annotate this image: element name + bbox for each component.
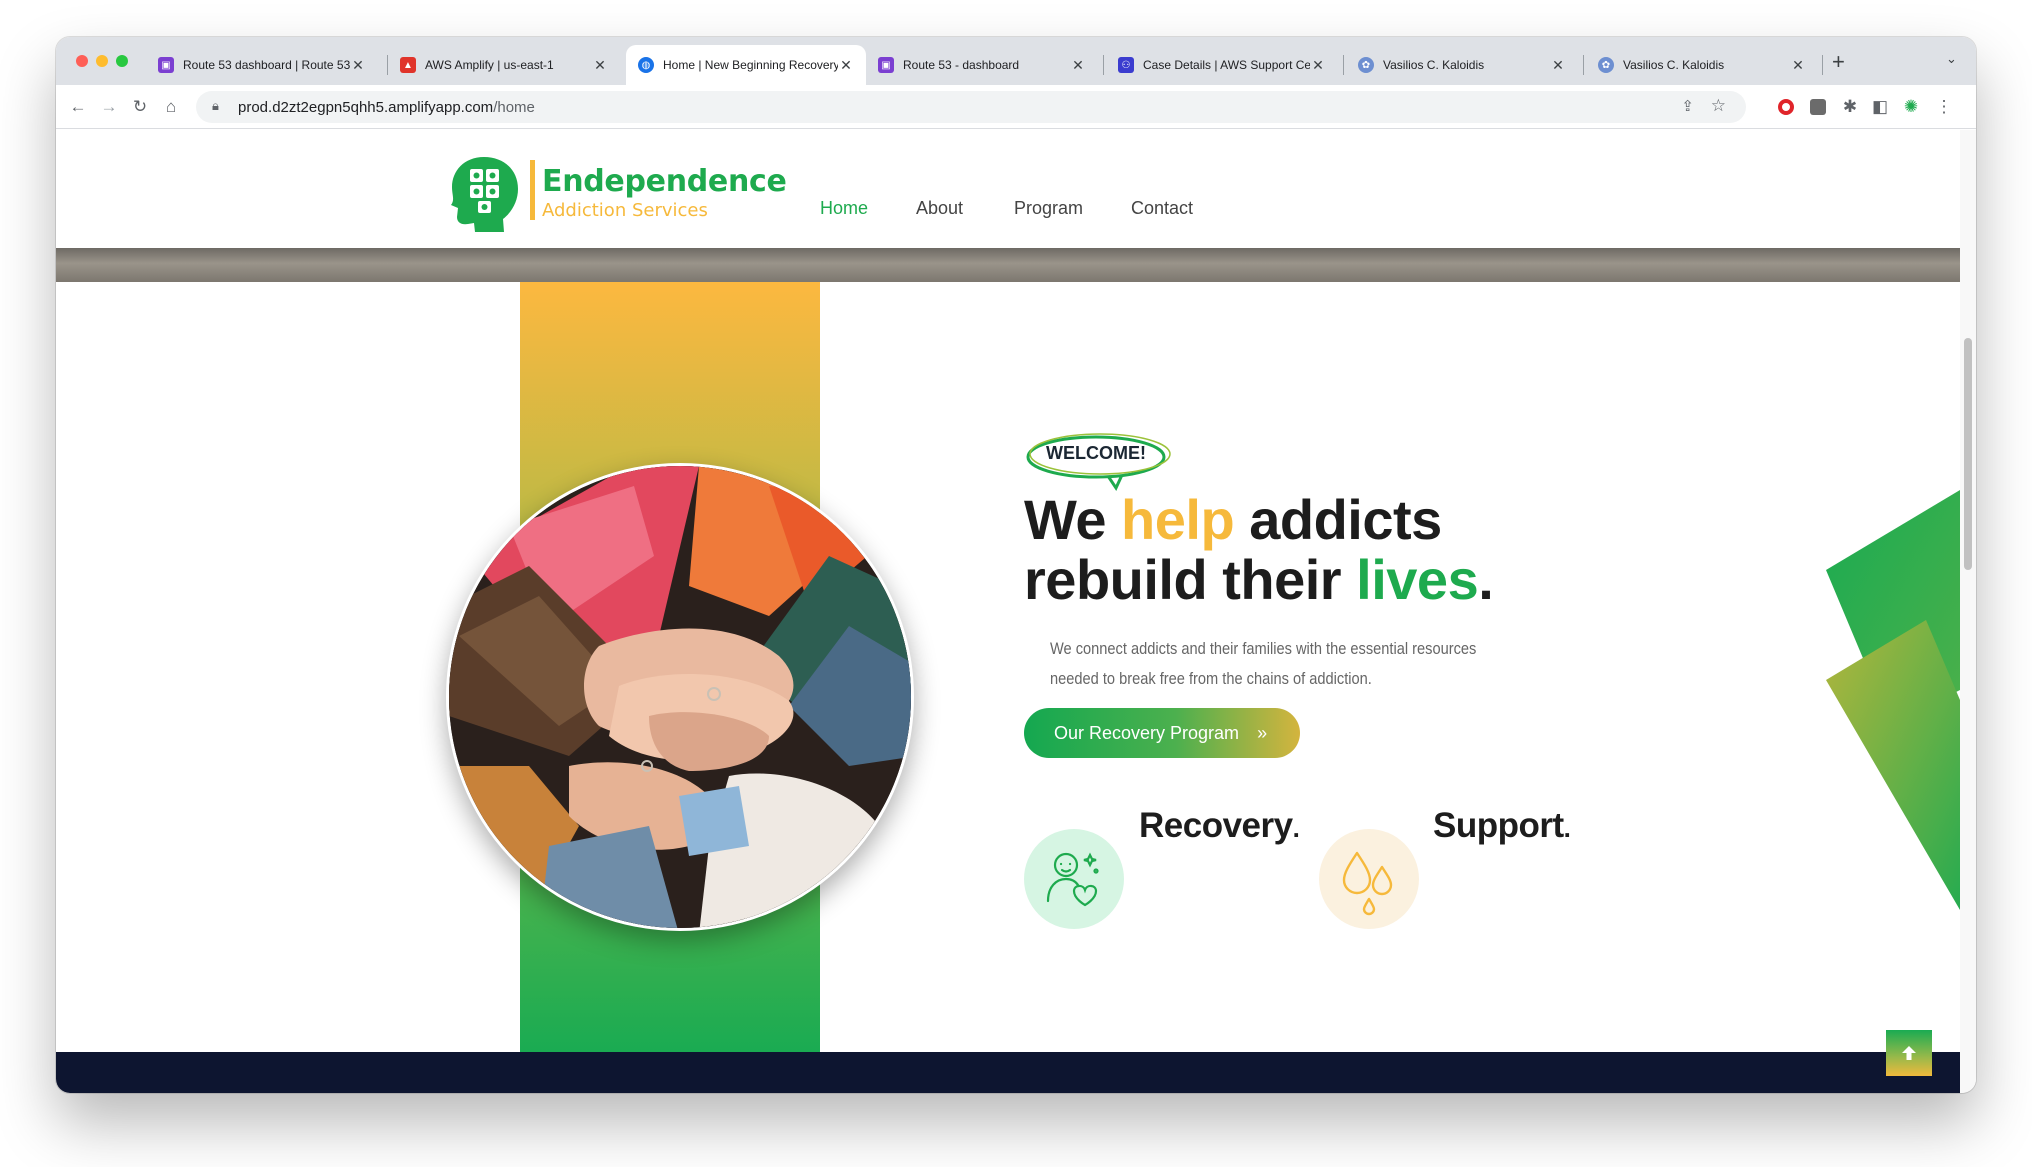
scroll-to-top-button[interactable] [1886, 1030, 1932, 1076]
menu-dots-icon[interactable]: ⋮ [1932, 95, 1956, 119]
opera-extension-icon[interactable] [1774, 95, 1798, 119]
brain-puzzle-logo-icon[interactable] [448, 155, 520, 233]
browser-tab[interactable]: ▣ Route 53 dashboard | Route 53 ✕ [146, 45, 378, 85]
profile-icon: ✿ [1358, 57, 1374, 73]
title-highlight-lives: lives [1356, 548, 1479, 611]
hero-title: We help addicts rebuild their lives. [1024, 488, 1494, 611]
browser-window: ▣ Route 53 dashboard | Route 53 ✕ ▲ AWS … [56, 37, 1976, 1093]
close-tab-icon[interactable]: ✕ [1070, 57, 1086, 74]
support-feature-badge [1319, 829, 1419, 929]
support-icon: ⚇ [1118, 57, 1134, 73]
new-tab-icon[interactable]: + [1832, 49, 1845, 75]
tab-bar: ▣ Route 53 dashboard | Route 53 ✕ ▲ AWS … [56, 37, 1976, 85]
tab-title: Case Details | AWS Support Center [1143, 58, 1310, 72]
minimize-window-button[interactable] [96, 55, 108, 67]
amplify-icon: ▲ [400, 57, 416, 73]
side-panel-icon[interactable]: ◧ [1868, 95, 1892, 119]
water-drops-icon [1342, 851, 1393, 916]
browser-tab[interactable]: ✿ Vasilios C. Kaloidis ✕ [1586, 45, 1818, 85]
url-host: prod.d2zt2egpn5qhh5.amplifyapp.com [238, 98, 494, 116]
tab-title: Route 53 - dashboard [903, 58, 1020, 72]
hero-photo-hands [446, 463, 914, 931]
close-tab-icon[interactable]: ✕ [1310, 57, 1326, 74]
scrollbar-thumb[interactable] [1964, 338, 1972, 570]
tab-search-chevron-icon[interactable]: ⌄ [1946, 51, 1957, 67]
close-window-button[interactable] [76, 55, 88, 67]
tab-title: AWS Amplify | us-east-1 [425, 58, 554, 72]
extension-badge-icon[interactable] [1806, 95, 1830, 119]
nav-contact[interactable]: Contact [1131, 198, 1193, 219]
back-arrow-icon[interactable]: ← [66, 95, 90, 119]
frog-extension-icon[interactable]: ✺ [1899, 95, 1923, 119]
tab-title: Vasilios C. Kaloidis [1623, 58, 1725, 72]
browser-tab[interactable]: ⚇ Case Details | AWS Support Center ✕ [1106, 45, 1338, 85]
hero-description: We connect addicts and their families wi… [1050, 639, 1477, 688]
forward-arrow-icon[interactable]: → [97, 95, 121, 119]
browser-tab[interactable]: ▲ AWS Amplify | us-east-1 ✕ [388, 45, 620, 85]
nav-home[interactable]: Home [820, 198, 868, 219]
tab-title: Vasilios C. Kaloidis [1383, 58, 1485, 72]
logo-title[interactable]: Endependence [542, 164, 787, 199]
profile-icon: ✿ [1598, 57, 1614, 73]
browser-toolbar: ← → ↻ ⌂ 🔒︎ prod.d2zt2egpn5qhh5.amplifyap… [56, 85, 1976, 129]
browser-tab[interactable]: ▣ Route 53 - dashboard ✕ [866, 45, 1098, 85]
page-scrollbar[interactable] [1960, 130, 1976, 1093]
logo-subtitle: Addiction Services [542, 200, 708, 221]
header-banner-strip [56, 248, 1960, 282]
logo-divider [530, 160, 535, 220]
page-viewport: Endependence Addiction Services Home Abo… [56, 130, 1960, 1093]
recovery-program-button[interactable]: Our Recovery Program » [1024, 708, 1300, 758]
home-icon[interactable]: ⌂ [159, 95, 183, 119]
arrow-up-icon [1902, 1046, 1916, 1060]
support-feature-label: Support. [1433, 806, 1571, 845]
lock-icon: 🔒︎ [212, 98, 219, 113]
tab-title: Home | New Beginning Recovery [663, 58, 838, 72]
nav-about[interactable]: About [916, 198, 963, 219]
reload-icon[interactable]: ↻ [128, 95, 152, 119]
recovery-feature-label: Recovery. [1139, 806, 1300, 845]
decorative-triangles [1826, 490, 1960, 910]
recovery-feature-badge [1024, 829, 1124, 929]
url-path: /home [493, 98, 535, 116]
route53-icon: ▣ [878, 57, 894, 73]
close-tab-icon[interactable]: ✕ [838, 57, 854, 74]
browser-tab-active[interactable]: ◍ Home | New Beginning Recovery ✕ [626, 45, 866, 85]
globe-icon: ◍ [638, 57, 654, 73]
site-header: Endependence Addiction Services Home Abo… [56, 130, 1960, 248]
double-chevron-right-icon: » [1257, 722, 1268, 743]
close-tab-icon[interactable]: ✕ [1550, 57, 1566, 74]
bookmark-star-icon[interactable]: ☆ [1711, 96, 1726, 116]
maximize-window-button[interactable] [116, 55, 128, 67]
close-tab-icon[interactable]: ✕ [592, 57, 608, 74]
cta-label: Our Recovery Program [1054, 722, 1240, 743]
browser-tab[interactable]: ✿ Vasilios C. Kaloidis ✕ [1346, 45, 1578, 85]
nav-program[interactable]: Program [1014, 198, 1083, 219]
close-tab-icon[interactable]: ✕ [1790, 57, 1806, 74]
address-bar[interactable]: 🔒︎ prod.d2zt2egpn5qhh5.amplifyapp.com/ho… [196, 91, 1746, 123]
route53-icon: ▣ [158, 57, 174, 73]
close-tab-icon[interactable]: ✕ [350, 57, 366, 74]
puzzle-extensions-icon[interactable]: ✱ [1838, 95, 1862, 119]
welcome-badge: WELCOME! [1046, 443, 1146, 463]
share-icon[interactable]: ⇪ [1681, 97, 1694, 115]
mother-child-heart-icon [1046, 852, 1099, 907]
footer-bar [56, 1052, 1960, 1093]
title-highlight-help: help [1121, 488, 1235, 551]
tab-title: Route 53 dashboard | Route 53 [183, 58, 350, 72]
